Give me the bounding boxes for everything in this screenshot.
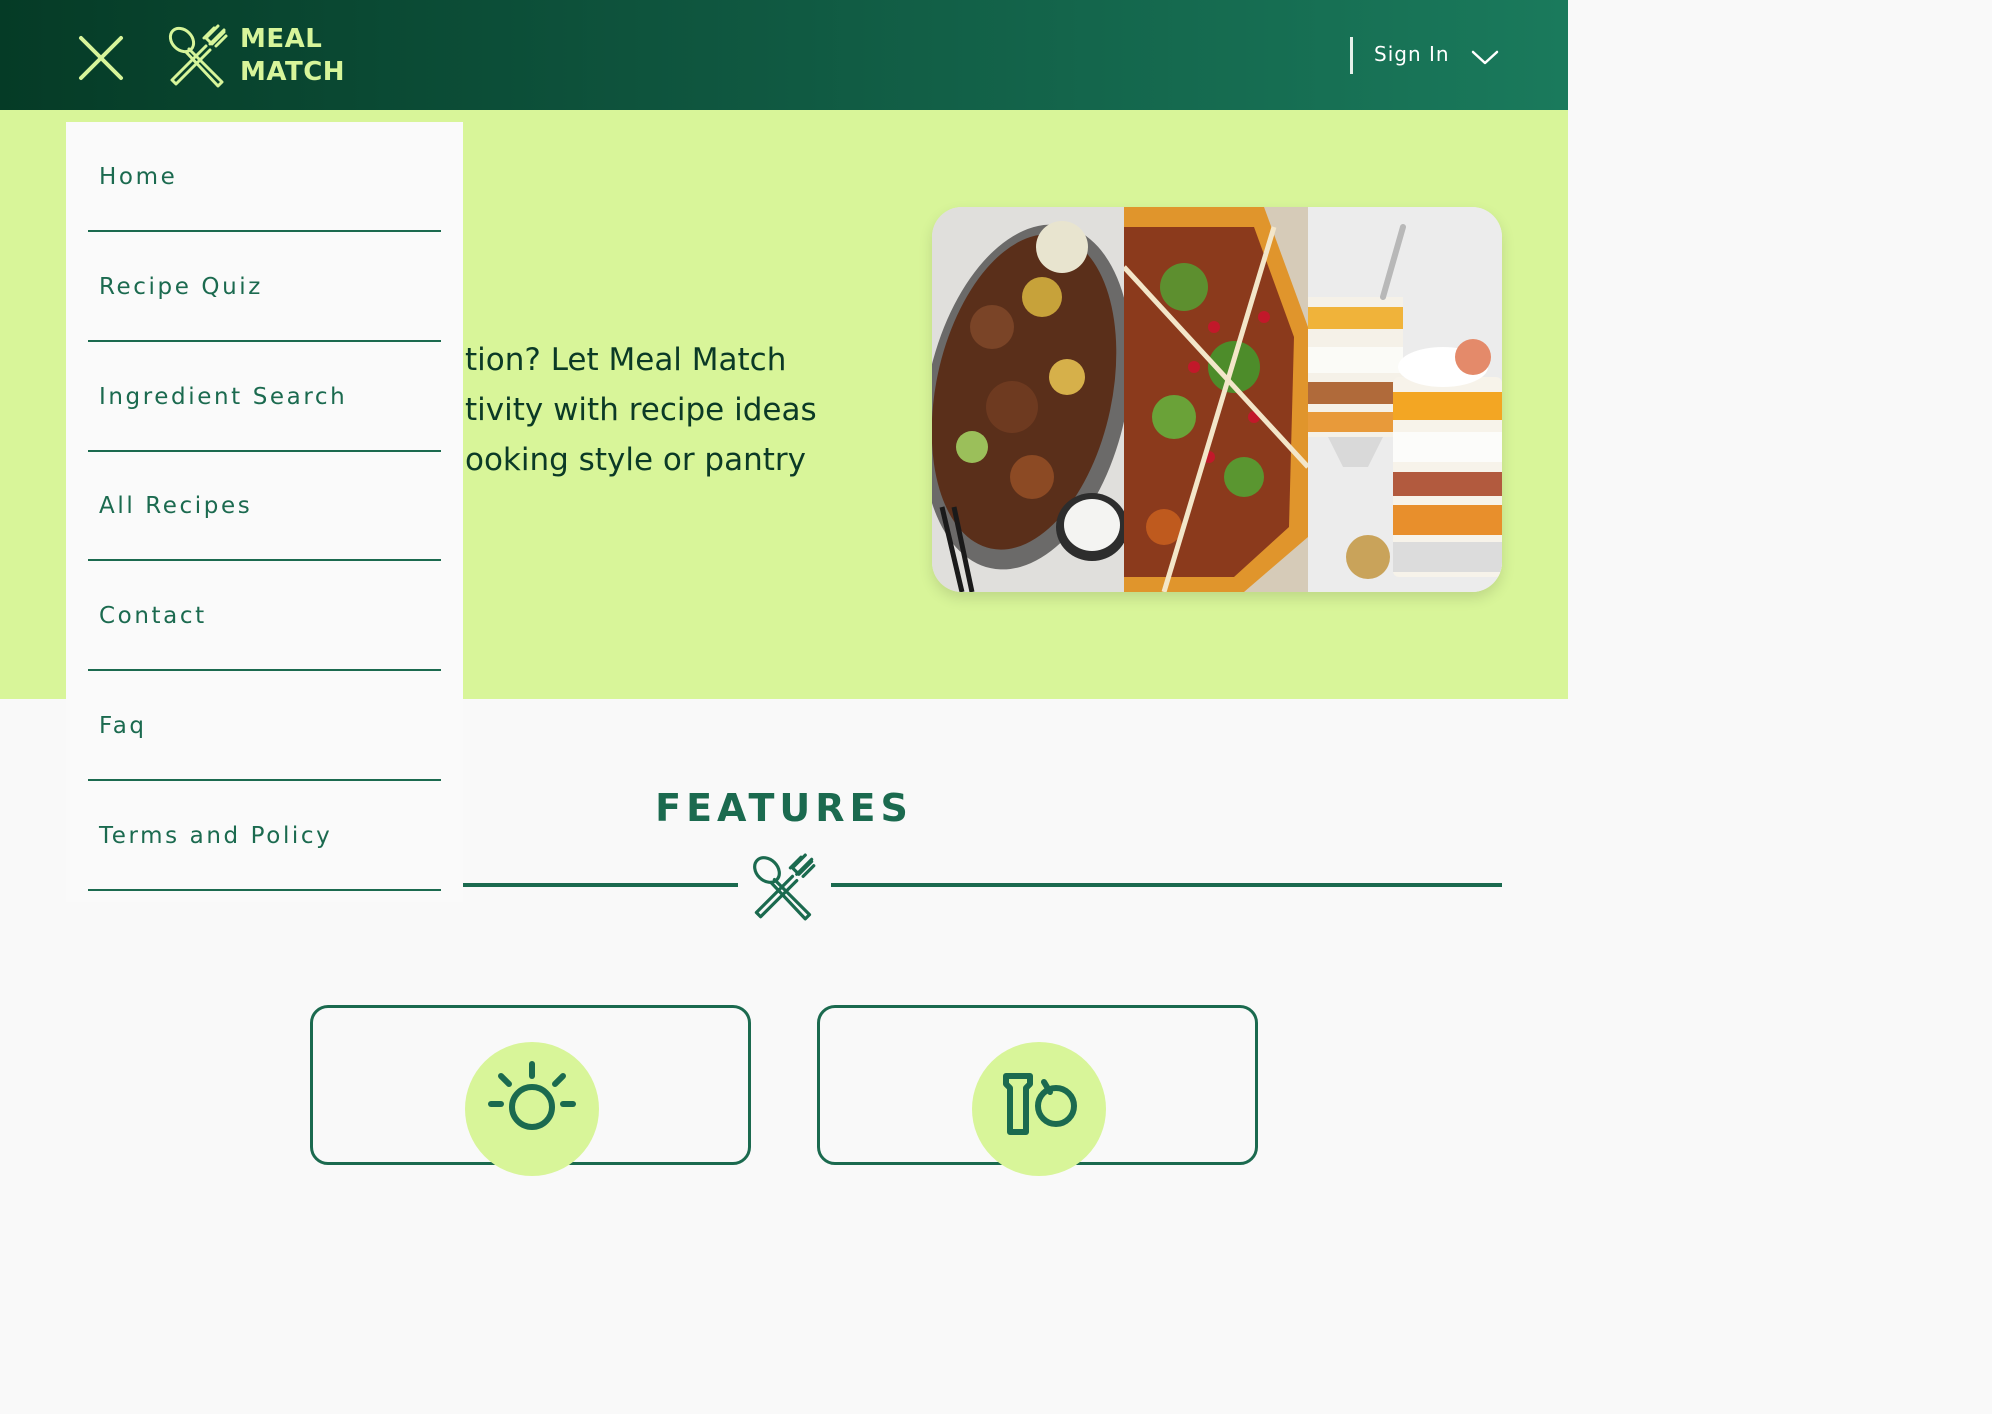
food-photo-stew	[932, 207, 1124, 592]
nav-item-recipe-quiz[interactable]: Recipe Quiz	[88, 232, 441, 342]
top-nav-bar: MEAL MATCH Sign In	[0, 0, 1568, 110]
nav-item-faq[interactable]: Faq	[88, 671, 441, 781]
nav-item-label: Terms and Policy	[99, 823, 333, 849]
sun-icon	[488, 1061, 576, 1130]
chevron-down-icon[interactable]	[1470, 46, 1500, 68]
signin-button[interactable]: Sign In	[1374, 42, 1450, 66]
feature-icon-circle	[465, 1042, 599, 1176]
hero-food-image	[932, 207, 1502, 592]
brand-line-2: MATCH	[240, 57, 346, 87]
close-icon[interactable]	[76, 33, 126, 83]
nav-drawer: Home Recipe Quiz Ingredient Search All R…	[66, 122, 463, 902]
nav-item-label: Contact	[99, 603, 207, 629]
nav-item-label: Recipe Quiz	[99, 274, 263, 300]
feature-icon-circle	[972, 1042, 1106, 1176]
food-photo-parfait	[1308, 207, 1502, 592]
nav-item-contact[interactable]: Contact	[88, 561, 441, 671]
feature-card[interactable]	[310, 1005, 751, 1176]
brand-logo[interactable]: MEAL MATCH	[166, 23, 345, 89]
features-divider-right	[831, 883, 1502, 887]
signin-divider	[1350, 37, 1353, 74]
feature-card[interactable]	[817, 1005, 1258, 1176]
nav-item-ingredient-search[interactable]: Ingredient Search	[88, 342, 441, 452]
pantry-icon	[1003, 1073, 1077, 1135]
nav-item-label: Faq	[99, 713, 147, 739]
nav-item-all-recipes[interactable]: All Recipes	[88, 451, 441, 561]
nav-item-label: Home	[99, 164, 178, 190]
brand-name: MEAL MATCH	[240, 23, 345, 89]
nav-item-home[interactable]: Home	[88, 122, 441, 232]
nav-item-terms-and-policy[interactable]: Terms and Policy	[88, 781, 441, 891]
brand-line-1: MEAL	[240, 24, 323, 54]
features-divider-left	[462, 883, 738, 887]
nav-item-label: All Recipes	[99, 493, 253, 519]
nav-item-label: Ingredient Search	[99, 384, 348, 410]
food-photo-tart	[1124, 207, 1308, 592]
spoon-fork-icon	[753, 853, 816, 921]
spoon-fork-icon	[168, 24, 228, 88]
